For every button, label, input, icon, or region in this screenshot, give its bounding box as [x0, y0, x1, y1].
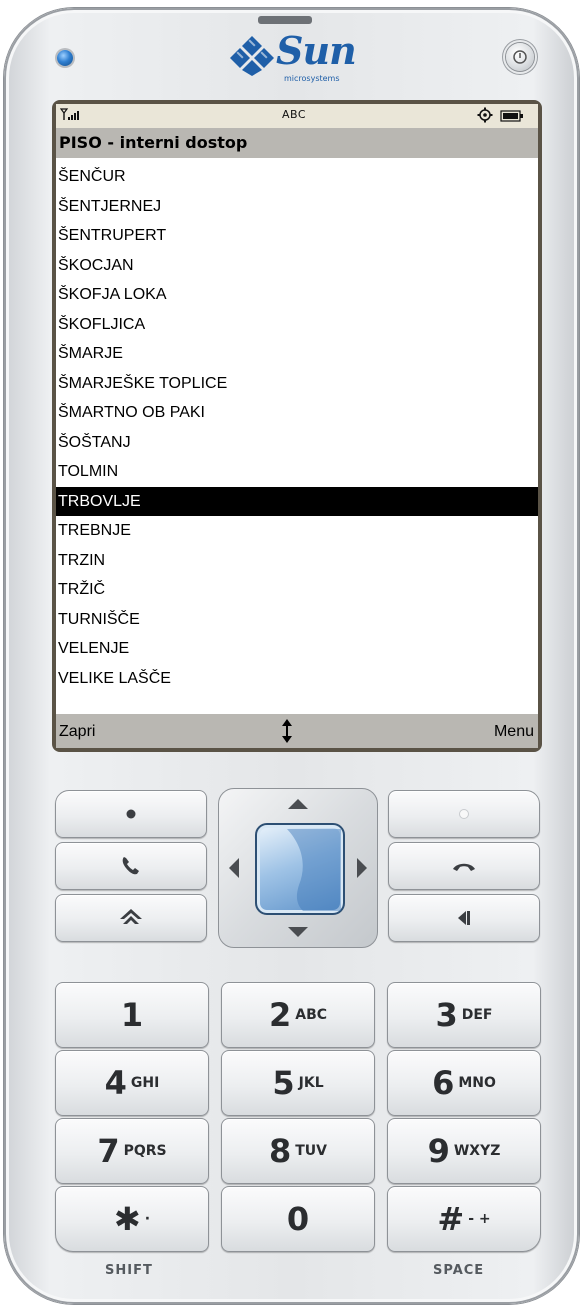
keypad-key[interactable]: 3 DEF [387, 982, 541, 1048]
phone-call-icon [122, 857, 139, 875]
brand-name: Sun [276, 28, 357, 73]
end-call-button[interactable] [388, 842, 540, 890]
keypad-key[interactable]: 1 [55, 982, 209, 1048]
key-digit: 6 [432, 1064, 455, 1102]
navigation-dpad[interactable] [218, 788, 378, 948]
keypad-key[interactable]: 4 GHI [55, 1050, 209, 1116]
shift-label: SHIFT [105, 1263, 153, 1278]
input-mode-indicator: ABC [282, 108, 307, 121]
list-item[interactable]: ŠENTJERNEJ [56, 192, 538, 222]
list-item[interactable]: ŠKOFJA LOKA [56, 280, 538, 310]
keypad-key[interactable]: 7 PQRS [55, 1118, 209, 1184]
key-letters: PQRS [123, 1143, 167, 1159]
key-letters: · [144, 1211, 151, 1227]
key-digit: 7 [97, 1132, 120, 1170]
battery-icon [500, 110, 523, 122]
hang-up-icon [453, 863, 475, 871]
key-digit: 9 [427, 1132, 450, 1170]
keypad-key[interactable]: 5 JKL [221, 1050, 375, 1116]
app-title: PISO - interni dostop [59, 133, 248, 152]
app-title-bar: PISO - interni dostop [56, 128, 538, 158]
list-item[interactable]: VELIKE LAŠČE [56, 664, 538, 694]
list-item[interactable]: ŠENČUR [56, 162, 538, 192]
list-item[interactable]: TRBOVLJE [56, 486, 538, 516]
key-digit: 0 [286, 1200, 310, 1238]
key-digit: 4 [104, 1064, 127, 1102]
select-button[interactable] [255, 823, 345, 915]
gear-icon [477, 107, 493, 123]
indicator-led-icon [57, 50, 73, 66]
back-button[interactable] [388, 894, 540, 942]
key-letters: GHI [130, 1075, 160, 1091]
list-item[interactable]: TURNIŠČE [56, 605, 538, 635]
key-digit: 2 [268, 996, 292, 1034]
dot-icon [126, 809, 136, 819]
key-letters: MNO [458, 1075, 496, 1091]
list-item[interactable]: ŠENTRUPERT [56, 221, 538, 251]
home-button[interactable] [55, 894, 207, 942]
sun-logo: Sun microsystems [228, 28, 358, 88]
power-icon [513, 50, 527, 64]
key-digit: 8 [268, 1132, 292, 1170]
screen: ABC PISO - interni dostop ŠENČUR ŠENTJERN… [56, 104, 538, 748]
brand-subtitle: microsystems [284, 74, 340, 83]
call-button[interactable] [55, 842, 207, 890]
keypad-key[interactable]: 2 ABC [221, 982, 375, 1048]
right-softkey-button[interactable] [388, 790, 540, 838]
softkey-left-label[interactable]: Zapri [59, 723, 95, 741]
keypad-key[interactable]: 0 [221, 1186, 375, 1252]
list-item[interactable]: TRŽIČ [56, 575, 538, 605]
select-gloss-icon [287, 829, 341, 911]
key-letters: TUV [295, 1143, 328, 1159]
key-letters: JKL [298, 1075, 324, 1091]
list-item[interactable]: ŠKOFLJICA [56, 310, 538, 340]
list-item[interactable]: TRZIN [56, 546, 538, 576]
key-letters: DEF [461, 1007, 493, 1023]
softkey-right-label[interactable]: Menu [494, 723, 534, 741]
key-digit: 1 [120, 996, 144, 1034]
key-letters: WXYZ [453, 1143, 501, 1159]
key-digit: 3 [435, 996, 458, 1034]
list-item[interactable]: VELENJE [56, 634, 538, 664]
keypad-key[interactable]: 8 TUV [221, 1118, 375, 1184]
power-button[interactable] [506, 43, 534, 71]
key-letters: ABC [295, 1007, 328, 1023]
list-item[interactable]: TREBNJE [56, 516, 538, 546]
status-bar: ABC [56, 104, 538, 128]
home-icon [120, 909, 142, 924]
dot-icon [459, 809, 469, 819]
list-item[interactable]: ŠMARJE [56, 339, 538, 369]
scroll-updown-icon [282, 719, 292, 743]
softkey-bar: Zapri Menu [56, 714, 538, 748]
key-letters: - + [468, 1211, 491, 1227]
list-item[interactable]: ŠMARJEŠKE TOPLICE [56, 369, 538, 399]
key-digit: # [437, 1200, 465, 1238]
back-arrow-icon [458, 911, 470, 925]
top-slot [258, 16, 312, 24]
keypad-key[interactable]: 9 WXYZ [387, 1118, 541, 1184]
list-item[interactable]: ŠOŠTANJ [56, 428, 538, 458]
keypad-key[interactable]: ✱ · [55, 1186, 209, 1252]
sun-diamond-icon [230, 36, 274, 76]
municipality-list: ŠENČUR ŠENTJERNEJ ŠENTRUPERT ŠKOCJAN ŠKOFJA … [56, 162, 538, 693]
left-softkey-button[interactable] [55, 790, 207, 838]
key-digit: ✱ [113, 1200, 141, 1238]
keypad-key[interactable]: # - + [387, 1186, 541, 1252]
signal-strength-icon [60, 108, 79, 120]
list-item[interactable]: ŠKOCJAN [56, 251, 538, 281]
space-label: SPACE [433, 1263, 485, 1278]
list-item[interactable]: TOLMIN [56, 457, 538, 487]
key-digit: 5 [272, 1064, 295, 1102]
keypad-key[interactable]: 6 MNO [387, 1050, 541, 1116]
list-item[interactable]: ŠMARTNO OB PAKI [56, 398, 538, 428]
